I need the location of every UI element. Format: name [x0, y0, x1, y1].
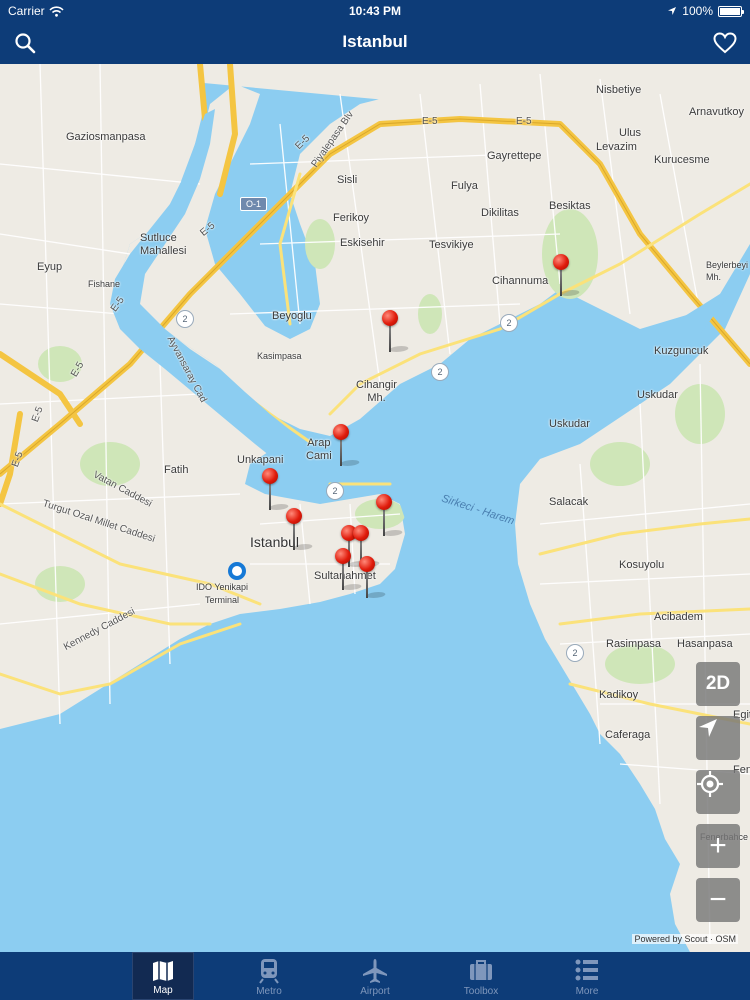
metro-marker[interactable]: 2 [326, 482, 344, 500]
poi-pin[interactable] [380, 310, 411, 354]
location-arrow-icon [668, 7, 677, 15]
metro-marker[interactable]: 2 [431, 363, 449, 381]
navigation-bar: Istanbul [0, 22, 750, 64]
metro-marker-label: 2 [182, 314, 188, 324]
crosshair-icon [697, 771, 723, 797]
zoom-out-label: − [709, 883, 727, 916]
zoom-in-button[interactable]: + [696, 824, 740, 868]
tab-more[interactable]: More [556, 952, 618, 1000]
poi-pin[interactable] [333, 548, 364, 592]
metro-marker-label: 2 [572, 648, 578, 658]
navigation-arrow-icon [699, 719, 717, 737]
park-6 [590, 442, 650, 486]
train-icon [259, 959, 279, 984]
map-mode-2d-button[interactable]: 2D [696, 662, 740, 706]
status-bar: Carrier 10:43 PM 100% [0, 0, 750, 22]
metro-marker-label: 2 [437, 367, 443, 377]
park-4 [305, 219, 335, 269]
park-3 [38, 346, 82, 382]
map-view[interactable]: Gaziosmanpasa Sutluce Mahallesi Eyup Fis… [0, 64, 750, 952]
tab-airport-label: Airport [360, 986, 390, 997]
park-10 [418, 294, 442, 334]
page-title: Istanbul [342, 32, 408, 51]
metro-marker[interactable]: 2 [500, 314, 518, 332]
current-location-dot [228, 562, 246, 580]
navigate-button[interactable] [696, 716, 740, 760]
park-7 [605, 644, 675, 684]
poi-pin[interactable] [551, 254, 582, 298]
poi-pin[interactable] [331, 424, 362, 468]
status-right: 100% [667, 4, 744, 18]
favorite-button[interactable] [710, 29, 740, 57]
zoom-in-label: + [709, 829, 727, 862]
tab-metro-label: Metro [256, 986, 282, 997]
poi-pin[interactable] [374, 494, 405, 538]
map-attribution[interactable]: Powered by Scout · OSM [632, 934, 738, 944]
tab-metro[interactable]: Metro [238, 952, 300, 1000]
road-shield-o1: O-1 [240, 197, 268, 211]
poi-pin[interactable] [357, 556, 388, 600]
battery-fill [720, 7, 740, 15]
map-icon [153, 961, 173, 981]
metro-marker-label: 2 [332, 486, 338, 496]
park-2 [80, 442, 140, 486]
tab-map[interactable]: Map [132, 952, 194, 1000]
metro-marker[interactable]: 2 [566, 644, 584, 662]
heart-icon [713, 32, 737, 54]
tab-map-label: Map [153, 985, 173, 996]
list-icon [575, 959, 598, 981]
tab-toolbox[interactable]: Toolbox [450, 952, 512, 1000]
metro-marker[interactable]: 2 [176, 310, 194, 328]
zoom-out-button[interactable]: − [696, 878, 740, 922]
battery-percent: 100% [682, 4, 713, 18]
poi-pin[interactable] [260, 468, 291, 512]
tab-toolbox-label: Toolbox [463, 986, 499, 997]
metro-marker-label: 2 [506, 318, 512, 328]
airplane-icon [363, 959, 387, 983]
tab-more-label: More [575, 986, 599, 997]
poi-pin[interactable] [284, 508, 315, 552]
status-time: 10:43 PM [348, 4, 402, 18]
battery-icon [718, 5, 744, 17]
tab-bar: Map Metro Airport Toolbox More [0, 952, 750, 1000]
map-mode-label: 2D [705, 673, 731, 694]
tab-airport[interactable]: Airport [344, 952, 406, 1000]
toolbox-icon [470, 960, 492, 980]
locate-me-button[interactable] [696, 770, 740, 814]
